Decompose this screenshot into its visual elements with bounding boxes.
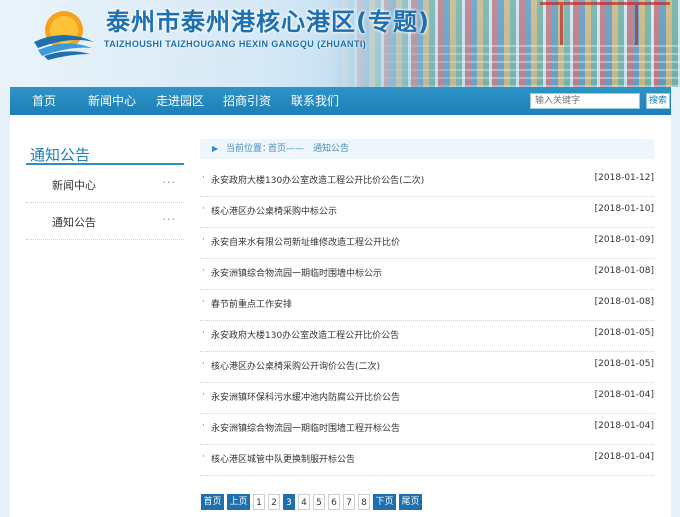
news-list-item[interactable]: · 核心港区办公桌椅采购中标公示 [2018-01-10] [200,196,654,228]
nav-investment[interactable]: 招商引资 [223,87,271,115]
sidebar-item-label: 通知公告 [52,216,96,229]
pager-page-3-current[interactable]: 3 [283,494,295,510]
site-logo-icon [34,11,94,60]
crane-silhouette [540,2,670,45]
bullet-icon: · [202,204,205,214]
news-title[interactable]: 永安政府大楼130办公室改造工程公开比价公告(二次) [211,173,424,186]
more-icon: ··· [162,176,176,189]
pager-page-1[interactable]: 1 [253,494,265,510]
news-date: [2018-01-04] [594,452,654,462]
breadcrumb-current: 通知公告 [313,144,350,154]
news-list-item[interactable]: · 永安自来水有限公司新址维修改造工程公开比价 [2018-01-09] [200,227,654,259]
sidebar-title-underline [26,163,184,165]
news-list-item[interactable]: · 永安洲镇环保科污水缓冲池内防腐公开比价公告 [2018-01-04] [200,382,654,414]
news-date: [2018-01-05] [594,359,654,369]
news-date: [2018-01-08] [594,266,654,276]
news-title[interactable]: 永安政府大楼130办公室改造工程公开比价公告 [211,328,399,341]
news-date: [2018-01-05] [594,328,654,338]
pager-page-8[interactable]: 8 [358,494,370,510]
news-list-item[interactable]: · 永安洲镇综合物流园一期临时围墙工程开标公告 [2018-01-04] [200,413,654,445]
news-title[interactable]: 永安洲镇综合物流园一期临时围墙工程开标公告 [211,421,400,434]
news-list-item[interactable]: · 永安洲镇综合物流园一期临时围墙中标公示 [2018-01-08] [200,258,654,290]
news-title[interactable]: 核心港区办公桌椅采购公开询价公告(二次) [211,359,380,372]
breadcrumb: ▶ 当前位置： 首页 —— 通知公告 [200,139,654,159]
content-area: 通知公告 新闻中心 ··· 通知公告 ··· ▶ 当前位置： 首页 —— 通知公… [10,115,671,517]
sidebar-item-news-center[interactable]: 新闻中心 ··· [26,166,184,203]
sidebar-title: 通知公告 [30,146,91,164]
news-title[interactable]: 核心港区办公桌椅采购中标公示 [211,204,337,217]
search-input[interactable] [530,93,640,109]
pager-page-7[interactable]: 7 [343,494,355,510]
news-title[interactable]: 永安洲镇环保科污水缓冲池内防腐公开比价公告 [211,390,400,403]
breadcrumb-separator: —— [286,144,304,154]
search-button[interactable]: 搜索 [646,93,670,109]
bullet-icon: · [202,297,205,307]
news-list-item[interactable]: · 核心港区办公桌椅采购公开询价公告(二次) [2018-01-05] [200,351,654,383]
pager-page-6[interactable]: 6 [328,494,340,510]
nav-news-center[interactable]: 新闻中心 [88,87,136,115]
bullet-icon: · [202,328,205,338]
port-photo-rows [360,40,680,87]
nav-contact[interactable]: 联系我们 [291,87,339,115]
pager-first-button[interactable]: 首页 [201,494,224,510]
pager-last-button[interactable]: 尾页 [399,494,422,510]
bullet-icon: · [202,452,205,462]
news-date: [2018-01-12] [594,173,654,183]
sidebar-item-label: 新闻中心 [52,179,96,192]
breadcrumb-label: 当前位置： [226,144,272,154]
breadcrumb-arrow-icon: ▶ [212,144,219,153]
news-title[interactable]: 永安洲镇综合物流园一期临时围墙中标公示 [211,266,382,279]
news-list-item[interactable]: · 核心港区城管中队更换制服开标公告 [2018-01-04] [200,444,654,476]
news-title[interactable]: 核心港区城管中队更换制服开标公告 [211,452,355,465]
pager-page-2[interactable]: 2 [268,494,280,510]
nav-park[interactable]: 走进园区 [156,87,204,115]
pager-next-button[interactable]: 下页 [373,494,396,510]
news-list-item[interactable]: · 永安政府大楼130办公室改造工程公开比价公告(二次) [2018-01-12… [200,165,654,197]
bullet-icon: · [202,173,205,183]
news-title[interactable]: 春节前重点工作安排 [211,297,292,310]
news-date: [2018-01-04] [594,390,654,400]
bullet-icon: · [202,235,205,245]
news-list-item[interactable]: · 春节前重点工作安排 [2018-01-08] [200,289,654,321]
pager-prev-button[interactable]: 上页 [227,494,250,510]
news-date: [2018-01-04] [594,421,654,431]
main-nav: 首页 新闻中心 走进园区 招商引资 联系我们 搜索 [10,87,671,115]
site-subtitle: TAIZHOUSHI TAIZHOUGANG HEXIN GANGQU (ZHU… [104,39,367,49]
site-title: 泰州市泰州港核心港区(专题) [106,8,430,36]
pager-page-5[interactable]: 5 [313,494,325,510]
bullet-icon: · [202,390,205,400]
sidebar-item-notices[interactable]: 通知公告 ··· [26,203,184,240]
breadcrumb-home-link[interactable]: 首页 [268,139,286,159]
header-banner: 泰州市泰州港核心港区(专题) TAIZHOUSHI TAIZHOUGANG HE… [0,0,680,87]
bullet-icon: · [202,266,205,276]
pager-page-4[interactable]: 4 [298,494,310,510]
nav-home[interactable]: 首页 [32,87,56,115]
bullet-icon: · [202,359,205,369]
news-list-item[interactable]: · 永安政府大楼130办公室改造工程公开比价公告 [2018-01-05] [200,320,654,352]
news-date: [2018-01-10] [594,204,654,214]
news-title[interactable]: 永安自来水有限公司新址维修改造工程公开比价 [211,235,400,248]
news-date: [2018-01-08] [594,297,654,307]
news-date: [2018-01-09] [594,235,654,245]
bullet-icon: · [202,421,205,431]
more-icon: ··· [162,213,176,226]
